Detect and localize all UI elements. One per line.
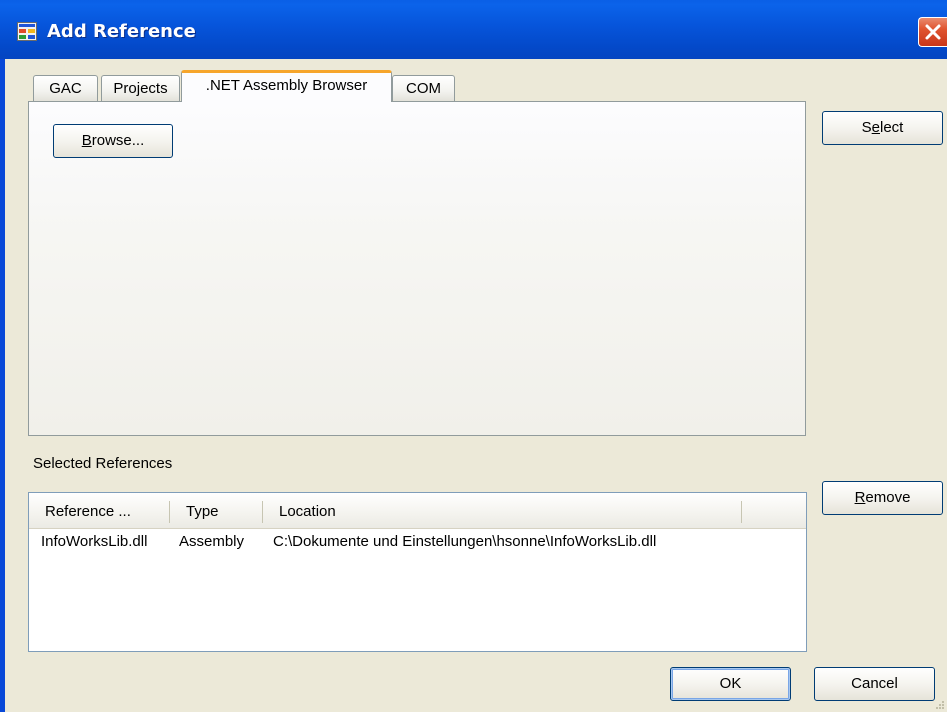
column-header-type[interactable]: Type xyxy=(186,493,219,528)
browse-mnemonic: B xyxy=(81,132,92,149)
tab-com[interactable]: COM xyxy=(392,75,455,101)
resize-grip-icon[interactable] xyxy=(935,700,945,710)
select-label-end: lect xyxy=(880,119,904,136)
cell-location: C:\Dokumente und Einstellungen\hsonne\In… xyxy=(273,533,657,550)
tab-panel-net-assembly-browser: Browse... xyxy=(28,101,806,436)
remove-label: emove xyxy=(865,489,911,506)
cell-reference: InfoWorksLib.dll xyxy=(41,533,148,550)
selected-references-label: Selected References xyxy=(33,455,173,472)
ok-button[interactable]: OK xyxy=(670,667,791,701)
cancel-button[interactable]: Cancel xyxy=(814,667,935,701)
tab-label: Projects xyxy=(113,80,168,97)
selected-references-list[interactable]: Reference ... Type Location InfoWorksLib… xyxy=(28,492,807,652)
select-mnemonic: e xyxy=(871,119,880,136)
column-header-reference[interactable]: Reference ... xyxy=(45,493,131,528)
column-separator[interactable] xyxy=(169,501,170,523)
window-title: Add Reference xyxy=(47,21,196,42)
cell-type: Assembly xyxy=(179,533,245,550)
close-button[interactable] xyxy=(918,17,947,47)
select-button[interactable]: Select xyxy=(822,111,943,145)
close-icon xyxy=(925,24,941,40)
column-separator[interactable] xyxy=(262,501,263,523)
tab-label: COM xyxy=(406,80,441,97)
column-separator[interactable] xyxy=(741,501,742,523)
tab-gac[interactable]: GAC xyxy=(33,75,98,101)
browse-button[interactable]: Browse... xyxy=(53,124,173,158)
tab-label: .NET Assembly Browser xyxy=(205,77,368,94)
remove-mnemonic: R xyxy=(854,489,866,506)
app-window-icon xyxy=(17,22,37,41)
ok-label: OK xyxy=(719,675,742,692)
tab-label: GAC xyxy=(49,80,82,97)
cancel-label: Cancel xyxy=(851,675,898,692)
browse-label: rowse... xyxy=(91,132,145,149)
list-header: Reference ... Type Location xyxy=(29,493,806,529)
tab-net-assembly-browser[interactable]: .NET Assembly Browser xyxy=(181,70,392,102)
select-label-start: S xyxy=(861,119,872,136)
title-bar[interactable]: Add Reference xyxy=(0,0,947,59)
add-reference-dialog: Add Reference GAC Projects .NET Assembly… xyxy=(0,0,947,712)
tab-projects[interactable]: Projects xyxy=(101,75,180,101)
column-header-location[interactable]: Location xyxy=(279,493,336,528)
remove-button[interactable]: Remove xyxy=(822,481,943,515)
window-frame-left xyxy=(0,59,5,712)
